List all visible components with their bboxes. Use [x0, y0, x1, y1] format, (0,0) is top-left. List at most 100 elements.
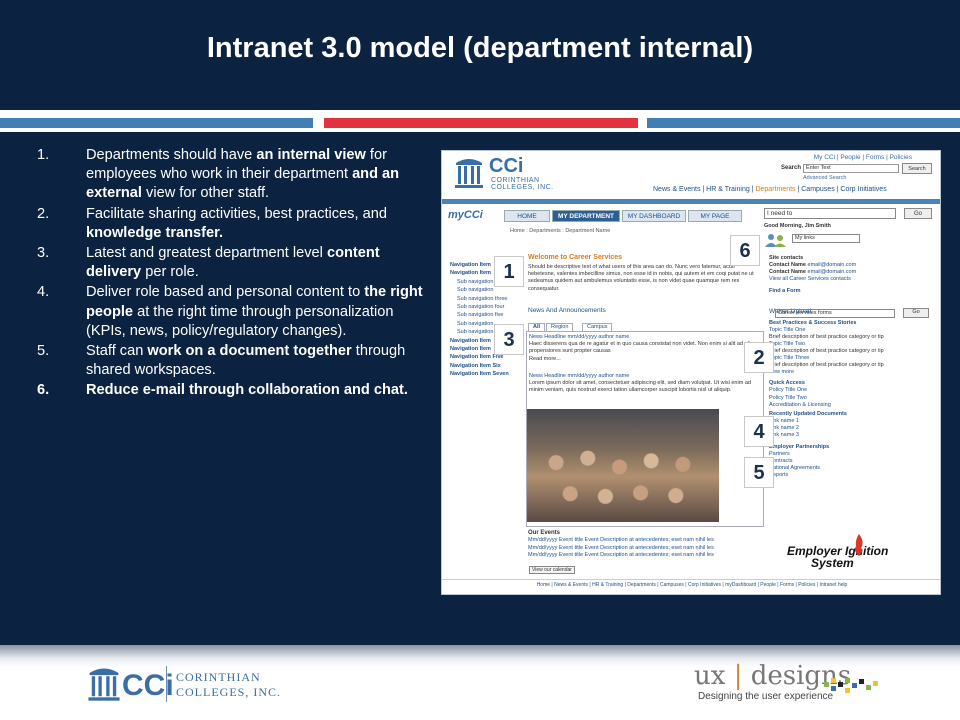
- mock-doc-link[interactable]: Link name 2: [769, 425, 937, 432]
- callout-badge-2: 2: [744, 342, 774, 373]
- mock-i-need-select[interactable]: I need to: [764, 208, 896, 219]
- cci-footer-name-line2: COLLEGES, INC.: [176, 685, 281, 699]
- bullet-emphasis: knowledge transfer.: [86, 224, 224, 241]
- callout-badge-1: 1: [494, 256, 524, 287]
- mock-my-links-select[interactable]: My links: [792, 234, 860, 243]
- mock-doc-link[interactable]: Link name 3: [769, 432, 937, 439]
- mock-news-headline[interactable]: News Headline mm/dd/yyyy author name: [529, 373, 761, 380]
- mock-bp-link[interactable]: Topic Title One: [769, 327, 937, 334]
- mock-contact-row: Contact Name email@domain.com: [769, 269, 937, 276]
- mock-contact-email[interactable]: email@domain.com: [808, 262, 857, 268]
- bullet-text: view for other staff.: [141, 185, 270, 202]
- mock-news-body: Lorem ipsum dolor sit amet, consectetuer…: [529, 380, 751, 394]
- mock-bp-description: Brief description of best practice categ…: [769, 333, 884, 340]
- mock-welcome-heading: Welcome to Career Services: [528, 254, 623, 261]
- mock-contact-row: Contact Name email@domain.com: [769, 262, 937, 269]
- mock-utility-links[interactable]: My CCi | People | Forms | Policies: [814, 154, 912, 161]
- mock-nav-item[interactable]: Navigation Item Seven: [450, 370, 512, 378]
- mock-bp-description: Brief description of best practice categ…: [769, 362, 884, 369]
- mock-footer-links[interactable]: Home | News & Events | HR & Training | D…: [442, 579, 940, 591]
- mock-bp-link[interactable]: Topic Title Three: [769, 355, 937, 362]
- mock-bp-link[interactable]: view more: [769, 369, 937, 376]
- mock-contact-name: Contact Name: [769, 269, 806, 276]
- bullet-emphasis: work on a document together: [147, 343, 352, 360]
- intranet-mockup: CCi CORINTHIAN COLLEGES, INC. My CCi | P…: [441, 150, 941, 595]
- mock-eis-logo: Employer Ignition System: [787, 545, 888, 569]
- mock-top-nav-before[interactable]: News & Events | HR & Training |: [653, 186, 755, 193]
- bullet-text: Deliver role based and personal content …: [86, 284, 365, 301]
- mock-event-item[interactable]: Mm/dd/yyyy Event title Event Description…: [528, 552, 764, 559]
- mock-view-all-contacts-link[interactable]: View all Career Services contacts: [769, 276, 937, 283]
- ux-left: ux: [694, 661, 726, 691]
- divider-blue-left: [0, 118, 313, 128]
- mock-go-button[interactable]: Go: [904, 208, 932, 219]
- mock-header-rule: [442, 199, 940, 204]
- callout-badge-3: 3: [494, 324, 524, 355]
- callout-badge-5: 5: [744, 457, 774, 488]
- bullet-number: 5.: [37, 343, 50, 360]
- people-icon: [765, 234, 786, 247]
- mock-top-nav-after[interactable]: | Campuses | Corp Initiatives: [796, 186, 886, 193]
- mock-advanced-search-link[interactable]: Advanced Search: [803, 175, 846, 181]
- columns-logo-icon: [88, 668, 120, 701]
- bullet-text: at the right time through personalizatio…: [86, 303, 394, 339]
- mock-tab-home[interactable]: HOME: [504, 210, 550, 222]
- mock-mycci-logo: myCCi: [448, 209, 483, 221]
- mock-tab-my-dashboard[interactable]: MY DASHBOARD: [622, 210, 686, 222]
- mock-sub-nav-item[interactable]: Sub navigation three: [450, 295, 512, 303]
- mock-employer-link[interactable]: National Agreements: [769, 465, 937, 472]
- flame-icon: [855, 534, 863, 556]
- mock-sub-nav-item[interactable]: Sub navigation four: [450, 303, 512, 311]
- mock-employer-link[interactable]: Contracts: [769, 458, 937, 465]
- mock-read-more-link[interactable]: Read more...: [529, 356, 761, 363]
- mock-news-tab-region[interactable]: Region: [546, 323, 574, 331]
- mock-search-button[interactable]: Search: [902, 163, 932, 174]
- bullet-item: 5. Staff can work on a document together …: [37, 342, 432, 380]
- mock-tab-my-page[interactable]: MY PAGE: [688, 210, 742, 222]
- mock-forms-go-button[interactable]: Go: [903, 308, 929, 318]
- mock-event-item[interactable]: Mm/dd/yyyy Event title Event Description…: [528, 537, 764, 544]
- mock-search-input[interactable]: Enter Text: [803, 164, 899, 173]
- callout-badge-6: 6: [730, 235, 760, 266]
- mock-tab-my-department[interactable]: MY DEPARTMENT: [552, 210, 620, 222]
- mock-nav-item[interactable]: Navigation Item Six: [450, 362, 512, 370]
- mock-news-heading: News And Announcements: [528, 307, 606, 314]
- mock-view-calendar-button[interactable]: View our calendar: [529, 566, 575, 574]
- mock-bp-link[interactable]: Topic Title Two: [769, 341, 937, 348]
- mock-find-form-heading: Find a Form: [769, 288, 801, 295]
- mock-event-item[interactable]: Mm/dd/yyyy Event title Event Description…: [528, 545, 764, 552]
- mock-news-headline[interactable]: News Headline mm/dd/yyyy author name: [529, 334, 761, 341]
- mock-doc-link[interactable]: Link name 1: [769, 418, 937, 425]
- title-divider: [0, 110, 960, 132]
- bullet-item: 4. Deliver role based and personal conten…: [37, 283, 432, 341]
- mock-breadcrumb: Home : Departments : Department Name: [510, 228, 611, 234]
- bullet-item: 1. Departments should have an internal vi…: [37, 146, 432, 204]
- mock-quick-access-link[interactable]: Policy Title Two: [769, 395, 937, 402]
- bullet-text: Departments should have: [86, 147, 257, 163]
- mock-top-nav[interactable]: News & Events | HR & Training | Departme…: [653, 186, 887, 193]
- mock-sub-nav-item[interactable]: Sub navigation five: [450, 311, 512, 319]
- mock-search-label: Search: [781, 165, 802, 171]
- mock-recent-docs-heading: Recently Updated Documents: [769, 410, 847, 417]
- bullet-number: 4.: [37, 284, 50, 301]
- bullet-item: 2. Facilitate sharing activities, best pr…: [37, 205, 432, 243]
- mock-top-nav-active[interactable]: Departments: [755, 186, 795, 193]
- group-photo: [527, 409, 719, 522]
- cci-footer-name-line1: CORINTHIAN: [176, 670, 261, 684]
- callout-badge-4: 4: [744, 416, 774, 447]
- mock-employer-link[interactable]: Partners: [769, 451, 937, 458]
- mock-contact-email[interactable]: email@domain.com: [808, 269, 857, 275]
- divider-blue-right: [647, 118, 960, 128]
- mock-contact-name: Contact Name: [769, 262, 806, 269]
- ux-pipe: |: [733, 661, 743, 691]
- bullet-text: Latest and greatest department level: [86, 245, 327, 262]
- mock-employer-link[interactable]: Reports: [769, 472, 937, 479]
- mock-news-tab-all[interactable]: All: [528, 323, 546, 331]
- bullet-item: 6. Reduce e-mail through collaboration an…: [37, 381, 432, 400]
- mock-bp-description: Brief description of best practice categ…: [769, 347, 884, 354]
- bullet-number: 6.: [37, 382, 50, 399]
- mock-quick-access-link[interactable]: Policy Title One: [769, 387, 937, 394]
- mock-news-tab-campus[interactable]: Campus: [582, 323, 613, 331]
- mock-quick-access-link[interactable]: Accreditation & Licensing: [769, 402, 937, 409]
- mock-forms-select[interactable]: Career services forms: [775, 309, 895, 318]
